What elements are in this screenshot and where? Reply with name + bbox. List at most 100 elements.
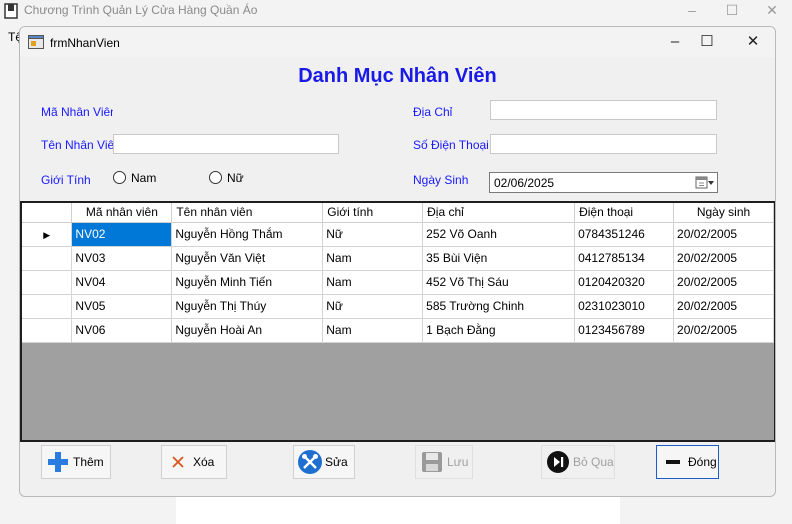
column-header-address[interactable]: Địa chỉ: [422, 203, 576, 223]
form-titlebar: frmNhanVien – ☐ ✕: [20, 27, 775, 57]
form-title: frmNhanVien: [50, 36, 120, 50]
row-header-corner: [22, 203, 73, 223]
gender-female-radio[interactable]: [209, 171, 222, 184]
cell-birthdate[interactable]: 20/02/2005: [673, 246, 774, 271]
close-form-button-label: Đóng: [688, 455, 717, 469]
add-button-label: Thêm: [73, 455, 104, 469]
cell-address[interactable]: 252 Võ Oanh: [422, 222, 576, 247]
edit-button[interactable]: Sửa: [293, 445, 355, 479]
skip-forward-icon: [545, 449, 571, 475]
form-minimize-button[interactable]: –: [660, 31, 690, 53]
employee-table: Mã nhân viên Tên nhân viên Giới tính Địa…: [22, 203, 774, 343]
table-row[interactable]: NV04 Nguyễn Minh Tiến Nam 452 Võ Thị Sáu 012…: [22, 270, 774, 295]
delete-button-label: Xóa: [193, 455, 215, 469]
cell-name[interactable]: Nguyễn Minh Tiến: [171, 270, 324, 295]
close-icon: [165, 449, 191, 475]
table-row[interactable]: NV03 Nguyễn Văn Việt Nam 35 Bùi Viện 0412785…: [22, 246, 774, 271]
column-header-birthdate[interactable]: Ngày sinh: [673, 203, 774, 223]
cell-phone[interactable]: 0412785134: [574, 246, 675, 271]
cell-address[interactable]: 585 Trường Chinh: [422, 294, 576, 319]
app-title: Chương Trình Quản Lý Cửa Hàng Quần Áo: [24, 3, 258, 17]
column-header-gender[interactable]: Giới tính: [322, 203, 424, 223]
save-button[interactable]: Lưu: [415, 445, 473, 479]
cell-birthdate[interactable]: 20/02/2005: [673, 222, 774, 247]
close-form-button[interactable]: Đóng: [656, 445, 719, 479]
column-header-phone[interactable]: Điện thoại: [574, 203, 675, 223]
cell-gender[interactable]: Nam: [322, 270, 424, 295]
column-header-name[interactable]: Tên nhân viên: [171, 203, 324, 223]
birthdate-picker[interactable]: 02/06/2025: [489, 172, 718, 193]
form-icon: [28, 35, 44, 49]
table-row[interactable]: NV06 Nguyễn Hoài An Nam 1 Bạch Đằng 01234567…: [22, 318, 774, 343]
cell-name[interactable]: Nguyễn Hồng Thắm: [171, 222, 324, 247]
cell-address[interactable]: 452 Võ Thị Sáu: [422, 270, 576, 295]
form-maximize-button[interactable]: ☐: [692, 31, 722, 53]
employee-form: frmNhanVien – ☐ ✕ Danh Mục Nhân Viên Mã …: [19, 26, 776, 497]
row-header[interactable]: [22, 270, 73, 295]
edit-button-label: Sửa: [325, 455, 348, 469]
birthdate-label: Ngày Sinh: [413, 173, 469, 187]
table-header-row: Mã nhân viên Tên nhân viên Giới tính Địa…: [22, 203, 774, 223]
cell-gender[interactable]: Nữ: [322, 294, 424, 319]
skip-button[interactable]: Bỏ Qua: [541, 445, 615, 479]
address-field[interactable]: [490, 100, 717, 120]
gender-male-label: Nam: [131, 171, 157, 185]
cell-name[interactable]: Nguyễn Văn Việt: [171, 246, 324, 271]
mdi-background: [176, 497, 620, 524]
skip-button-label: Bỏ Qua: [573, 455, 614, 469]
row-header[interactable]: ▶: [22, 222, 73, 247]
cell-birthdate[interactable]: 20/02/2005: [673, 294, 774, 319]
cell-phone[interactable]: 0120420320: [574, 270, 675, 295]
delete-button[interactable]: Xóa: [161, 445, 227, 479]
cell-birthdate[interactable]: 20/02/2005: [673, 318, 774, 343]
employee-grid[interactable]: Mã nhân viên Tên nhân viên Giới tính Địa…: [20, 201, 775, 442]
phone-label: Số Điện Thoại: [413, 138, 489, 152]
app-minimize-button[interactable]: –: [672, 0, 712, 22]
save-button-label: Lưu: [447, 455, 469, 469]
employee-name-field[interactable]: [113, 134, 339, 154]
table-row[interactable]: ▶ NV02 Nguyễn Hồng Thắm Nữ 252 Võ Oanh 078435…: [22, 222, 774, 247]
cell-gender[interactable]: Nam: [322, 246, 424, 271]
row-header[interactable]: [22, 318, 73, 343]
column-header-id[interactable]: Mã nhân viên: [71, 203, 173, 223]
employee-name-label: Tên Nhân Viên: [41, 138, 121, 152]
cell-birthdate[interactable]: 20/02/2005: [673, 270, 774, 295]
cell-phone[interactable]: 0784351246: [574, 222, 675, 247]
cell-phone[interactable]: 0123456789: [574, 318, 675, 343]
app-titlebar: Chương Trình Quản Lý Cửa Hàng Quần Áo – …: [0, 0, 792, 22]
cell-id[interactable]: NV02: [71, 222, 173, 247]
tools-icon: [297, 449, 323, 475]
gender-female-label: Nữ: [227, 171, 244, 185]
add-button[interactable]: Thêm: [41, 445, 111, 479]
cell-id[interactable]: NV03: [71, 246, 173, 271]
app-icon: [4, 3, 18, 19]
employee-id-field[interactable]: [113, 102, 339, 122]
form-close-button[interactable]: ✕: [738, 31, 768, 53]
cell-name[interactable]: Nguyễn Hoài An: [171, 318, 324, 343]
address-label: Địa Chỉ: [413, 105, 453, 119]
cell-id[interactable]: NV04: [71, 270, 173, 295]
cell-id[interactable]: NV06: [71, 318, 173, 343]
cell-gender[interactable]: Nữ: [322, 222, 424, 247]
current-row-indicator-icon: ▶: [43, 230, 51, 240]
gender-male-radio[interactable]: [113, 171, 126, 184]
table-row[interactable]: NV05 Nguyễn Thị Thúy Nữ 585 Trường Chinh 023…: [22, 294, 774, 319]
minus-icon: [660, 449, 686, 475]
birthdate-value: 02/06/2025: [494, 176, 555, 190]
floppy-disk-icon: [419, 449, 445, 475]
cell-gender[interactable]: Nam: [322, 318, 424, 343]
cell-id[interactable]: NV05: [71, 294, 173, 319]
employee-id-label: Mã Nhân Viên: [41, 105, 117, 119]
gender-label: Giới Tính: [41, 173, 91, 187]
row-header[interactable]: [22, 246, 73, 271]
cell-phone[interactable]: 0231023010: [574, 294, 675, 319]
app-maximize-button[interactable]: ☐: [712, 0, 752, 22]
cell-name[interactable]: Nguyễn Thị Thúy: [171, 294, 324, 319]
phone-field[interactable]: [490, 134, 717, 154]
cell-address[interactable]: 1 Bạch Đằng: [422, 318, 576, 343]
row-header[interactable]: [22, 294, 73, 319]
calendar-dropdown-icon[interactable]: [695, 175, 715, 190]
cell-address[interactable]: 35 Bùi Viện: [422, 246, 576, 271]
app-close-button[interactable]: ✕: [752, 0, 792, 22]
plus-icon: [45, 449, 71, 475]
